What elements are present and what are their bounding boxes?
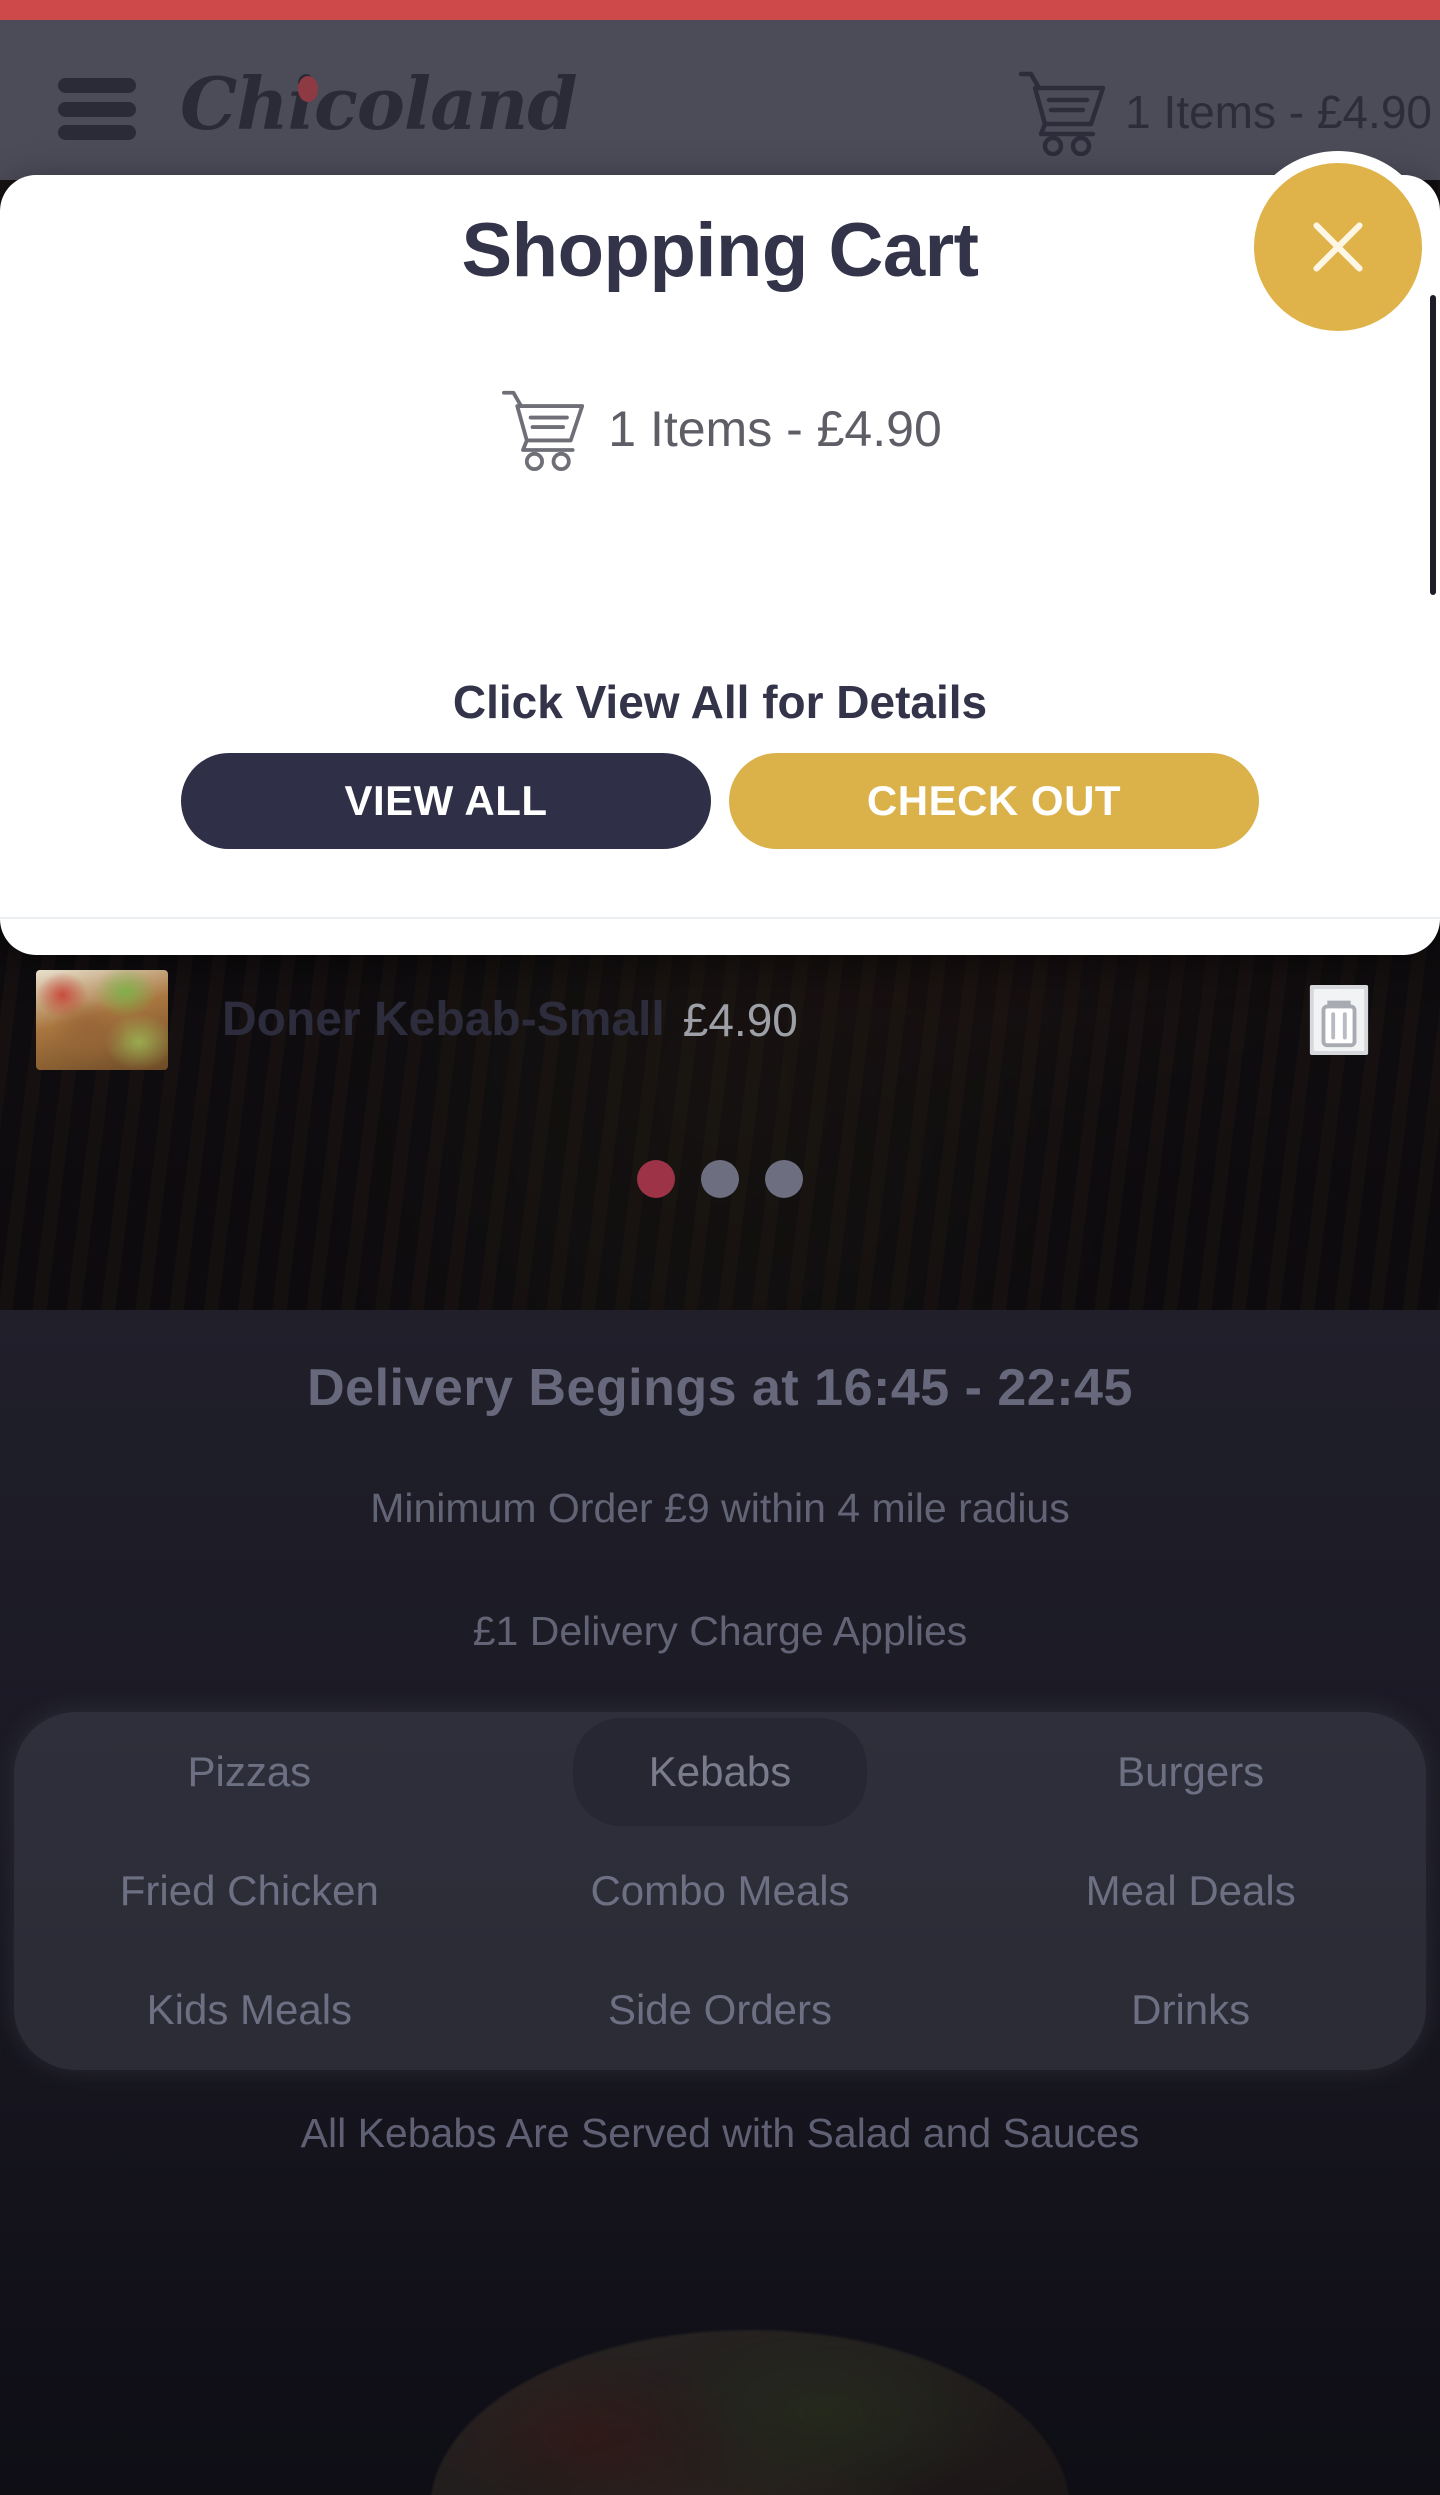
category-button-meal-deals[interactable]: Meal Deals [1042,1845,1340,1937]
app-root: Delivery Begings at 16:45 - 22:45 Minimu… [0,0,1440,2495]
modal-cart-summary-text: 1 Items - £4.90 [608,401,942,457]
modal-title: Shopping Cart [461,208,979,293]
carousel-dot-3[interactable] [765,1160,803,1198]
shopping-cart-icon [1015,68,1111,156]
minimum-order-text: Minimum Order £9 within 4 mile radius [370,1485,1070,1531]
view-all-button[interactable]: VIEW ALL [181,753,711,849]
doner-kebab-thumbnail [36,969,168,1070]
carousel-dot-1[interactable] [637,1160,675,1198]
modal-cart-summary-row: 1 Items - £4.90 [0,387,1440,471]
site-header: Chicoland 1 Items - £4.90 [0,20,1440,180]
close-button[interactable] [1254,163,1422,331]
modal-action-buttons: VIEW ALL CHECK OUT [0,753,1440,849]
category-button-combo-meals[interactable]: Combo Meals [546,1845,893,1937]
header-cart-summary: 1 Items - £4.90 [1125,86,1432,138]
shopping-cart-icon [498,387,590,471]
kebab-serving-note: All Kebabs Are Served with Salad and Sau… [300,2110,1140,2156]
cart-item-price: £4.90 [682,993,798,1046]
hamburger-menu-icon[interactable] [58,78,136,140]
category-button-fried-chicken[interactable]: Fried Chicken [76,1845,423,1937]
carousel-dots [0,1160,1440,1198]
header-cart-button[interactable]: 1 Items - £4.90 [1015,68,1432,156]
cart-item-row: Doner Kebab-Small £4.90 [0,937,1440,1102]
brand-accent-dot [298,76,318,102]
trash-icon [1306,985,1372,1061]
cart-item-name: Doner Kebab-Small [222,993,665,1046]
category-button-kebabs[interactable]: Kebabs [572,1717,868,1826]
top-accent-bar [0,0,1440,20]
delivery-hours-title: Delivery Begings at 16:45 - 22:45 [307,1359,1133,1417]
delivery-charge-text: £1 Delivery Charge Applies [472,1608,968,1654]
shopping-cart-modal: Shopping Cart 1 Items - £4.90 Click View… [0,163,1440,1070]
brand-logo[interactable]: Chicoland [180,68,578,140]
bottom-food-image [430,2330,1070,2495]
modal-hint-text: Click View All for Details [452,676,988,728]
modal-divider [0,917,1440,919]
close-icon [1299,208,1377,286]
modal-scrollbar[interactable] [1430,295,1436,595]
brand-name: Chicoland [180,61,578,146]
category-panel: Pizzas Kebabs Burgers Fried Chicken Comb… [14,1712,1426,2070]
delete-item-button[interactable] [1306,983,1372,1062]
category-button-pizzas[interactable]: Pizzas [143,1726,355,1818]
carousel-dot-2[interactable] [701,1160,739,1198]
check-out-button[interactable]: CHECK OUT [729,753,1259,849]
category-button-burgers[interactable]: Burgers [1073,1726,1308,1818]
category-button-side-orders[interactable]: Side Orders [564,1964,876,2056]
category-button-kids-meals[interactable]: Kids Meals [103,1964,396,2056]
category-button-drinks[interactable]: Drinks [1087,1964,1294,2056]
